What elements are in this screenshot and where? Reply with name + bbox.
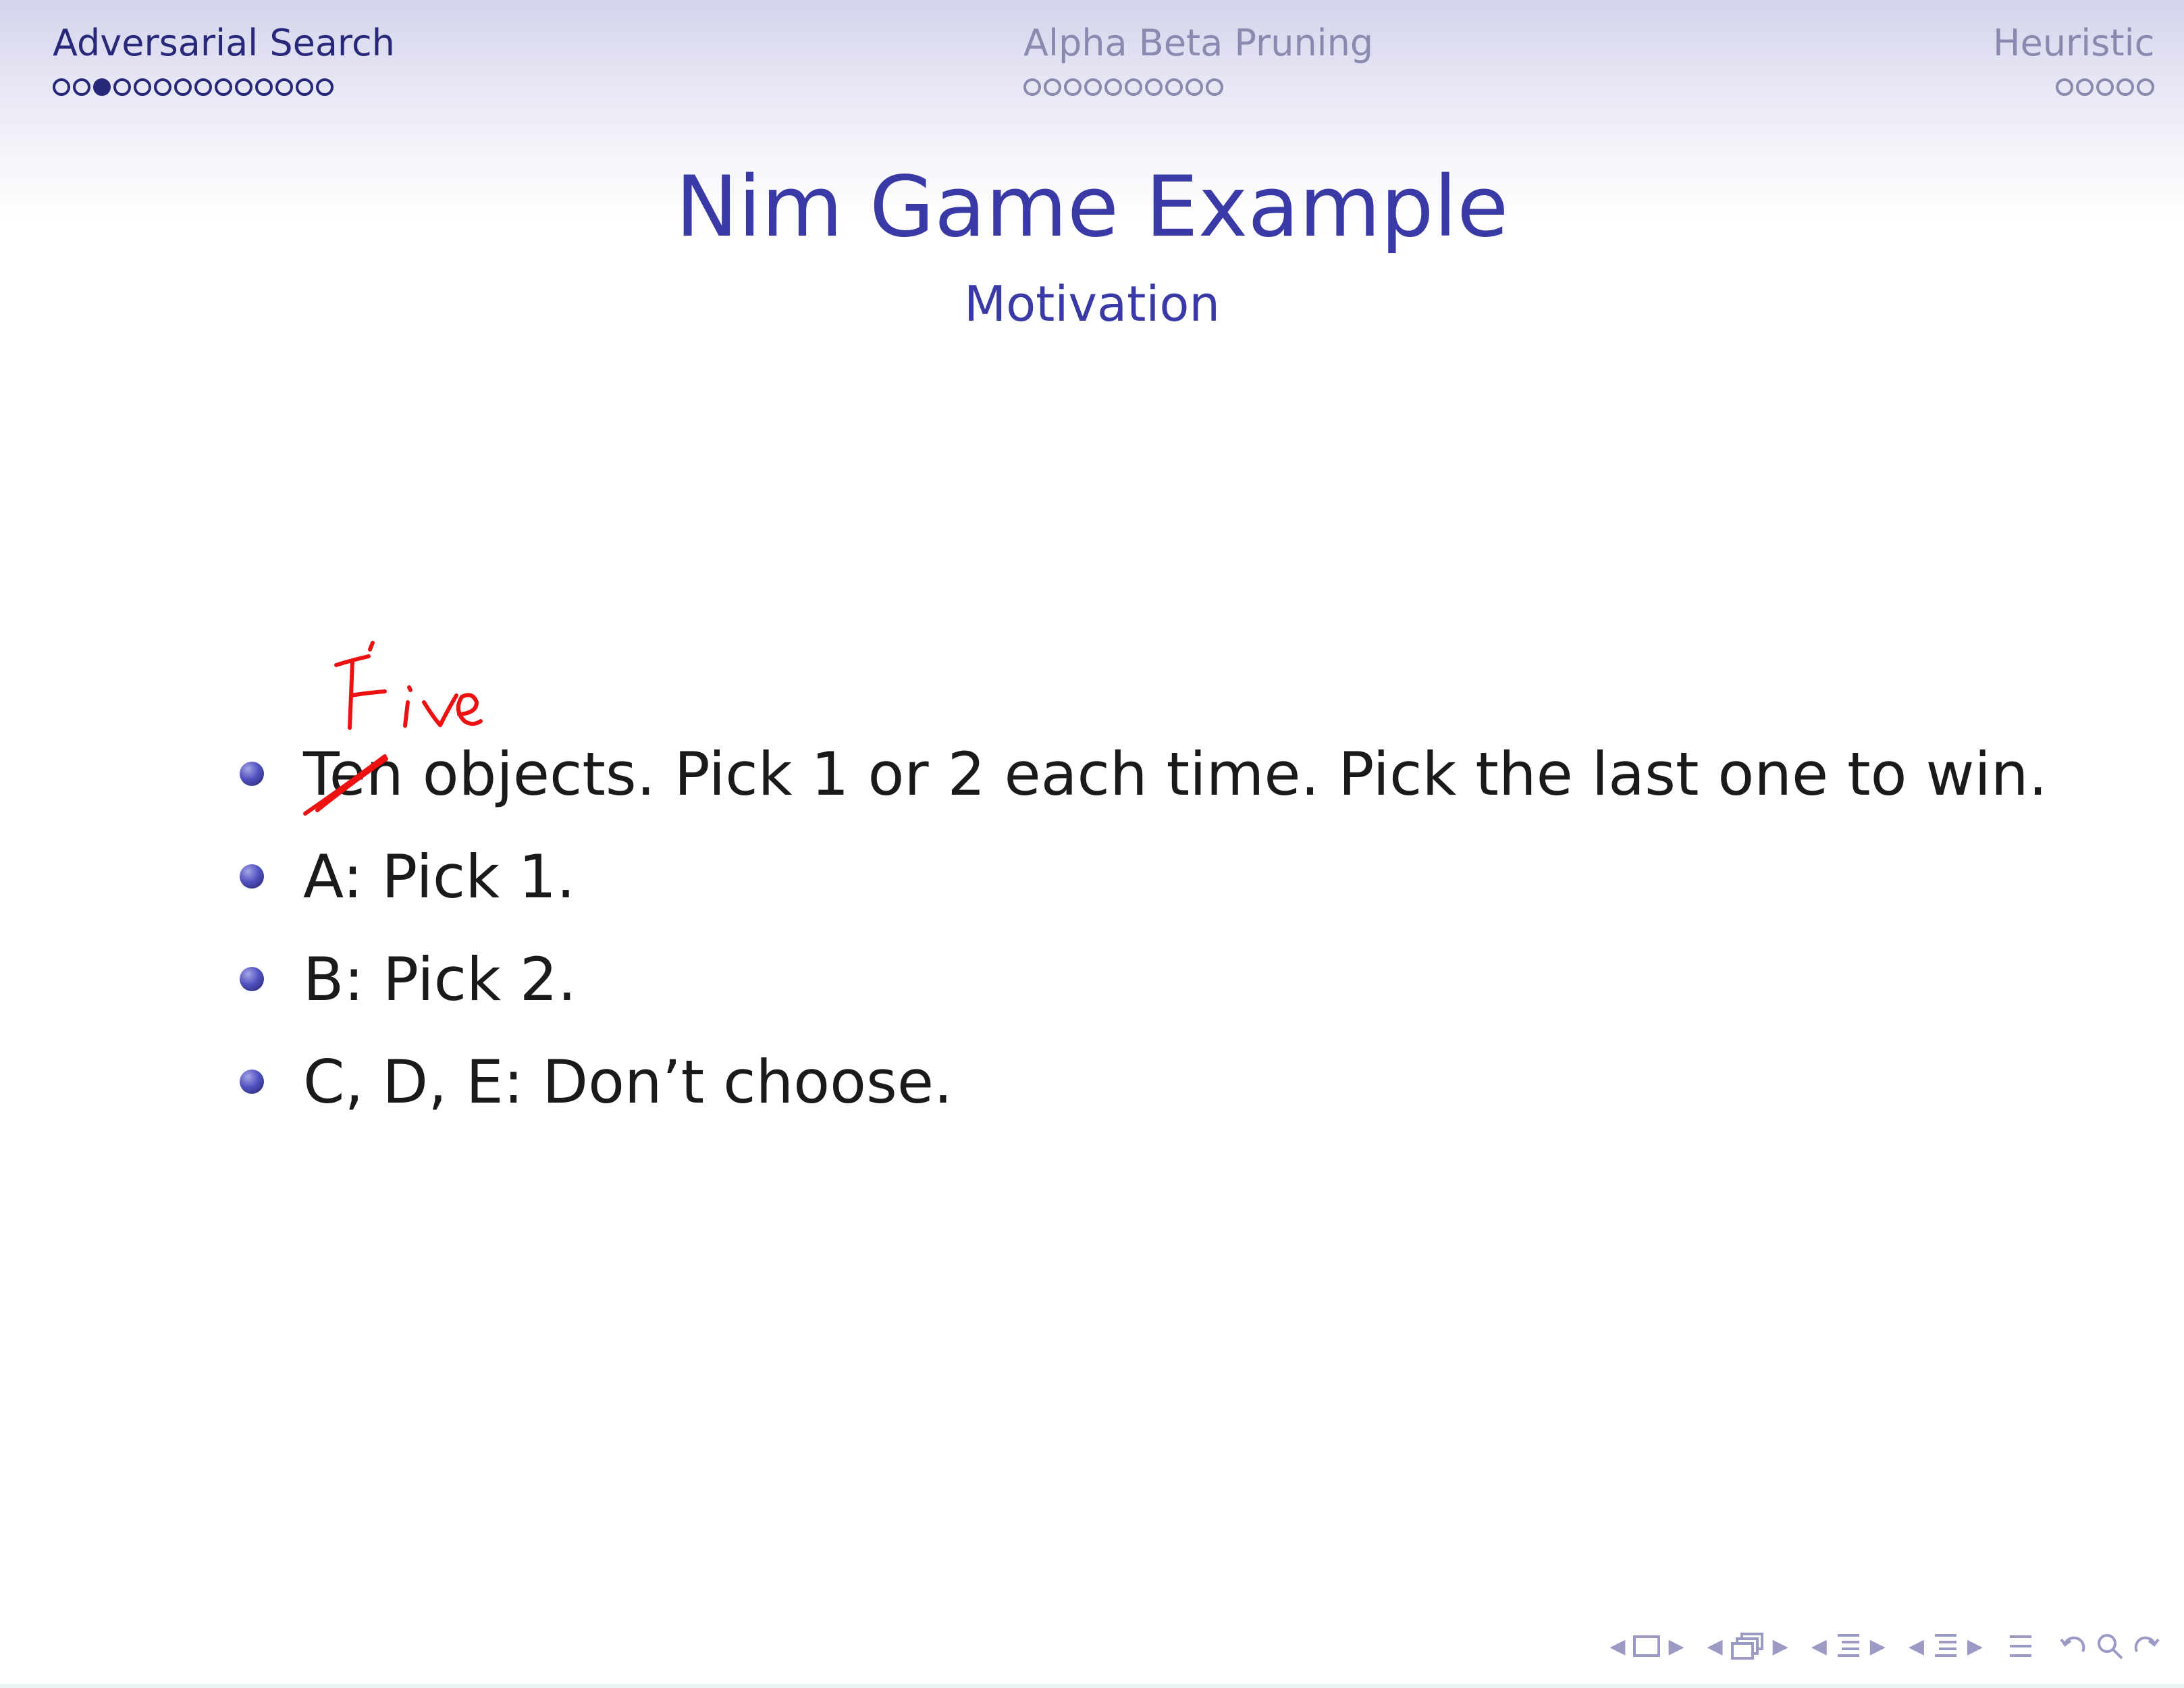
bullet-icon — [240, 1070, 264, 1094]
slide-dot[interactable] — [1084, 78, 1102, 96]
slide-dot[interactable] — [53, 78, 70, 96]
slide-dot[interactable] — [194, 78, 212, 96]
section-nav-icon[interactable] — [1834, 1631, 1863, 1661]
slide-dot[interactable] — [1165, 78, 1183, 96]
next-arrow-icon[interactable]: ▶ — [1668, 1635, 1684, 1658]
slide-dot[interactable] — [154, 78, 171, 96]
slide-dot[interactable] — [113, 78, 131, 96]
bullet-item: B: Pick 2. — [240, 928, 2048, 1030]
slide-dot[interactable] — [2137, 78, 2155, 96]
prev-arrow-icon[interactable]: ◀ — [1909, 1635, 1924, 1658]
section-slide-dots — [1993, 78, 2155, 96]
search-icon[interactable] — [2095, 1631, 2125, 1661]
prev-arrow-icon[interactable]: ◀ — [1609, 1635, 1625, 1658]
subsection-nav[interactable]: ◀ ▶ — [1707, 1631, 1788, 1661]
subsubsection-nav[interactable]: ◀ ▶ — [1909, 1631, 1983, 1661]
slide-dot[interactable] — [296, 78, 313, 96]
search-back-forward[interactable] — [2058, 1631, 2161, 1661]
slide-dot[interactable] — [275, 78, 293, 96]
bullet-icon — [240, 967, 264, 991]
nav-section-heuristic[interactable]: Heuristic — [1993, 22, 2155, 96]
slide-dot[interactable] — [73, 78, 90, 96]
frame-nav-icon[interactable] — [1632, 1634, 1661, 1658]
next-arrow-icon[interactable]: ▶ — [1773, 1635, 1788, 1658]
bullet-text: B: Pick 2. — [303, 944, 577, 1014]
bullet-item: A: Pick 1. — [240, 825, 2048, 928]
subsection-nav-icon[interactable] — [1730, 1631, 1766, 1661]
next-arrow-icon[interactable]: ▶ — [1967, 1635, 1983, 1658]
frame-nav[interactable]: ◀ ▶ — [1609, 1634, 1684, 1658]
slide-dot[interactable] — [174, 78, 192, 96]
section-label: Alpha Beta Pruning — [1023, 22, 1374, 64]
slide-dot[interactable] — [1023, 78, 1041, 96]
slide-dot[interactable] — [1186, 78, 1203, 96]
section-label: Adversarial Search — [53, 22, 395, 64]
bottom-border — [0, 1684, 2184, 1688]
bullet-icon — [240, 762, 264, 786]
slide-dot[interactable] — [93, 78, 111, 96]
beamer-navigation-bar: ◀ ▶ ◀ ▶ ◀ ▶ ◀ ▶ — [1609, 1631, 2161, 1661]
slide-dot[interactable] — [2076, 78, 2094, 96]
section-slide-dots — [1023, 78, 1373, 96]
bullet-text: A: Pick 1. — [303, 841, 576, 912]
slide-dot[interactable] — [1064, 78, 1082, 96]
slide-dot[interactable] — [215, 78, 232, 96]
frame-title: Nim Game Example — [675, 159, 1509, 256]
prev-arrow-icon[interactable]: ◀ — [1707, 1635, 1723, 1658]
back-icon[interactable] — [2058, 1631, 2088, 1661]
bullet-list: Ten objects. Pick 1 or 2 each time. Pick… — [240, 722, 2048, 1133]
appendix-icon[interactable] — [2006, 1631, 2035, 1661]
slide-dot[interactable] — [134, 78, 151, 96]
slide-dot[interactable] — [1145, 78, 1163, 96]
section-label: Heuristic — [1993, 22, 2155, 64]
bullet-text: Ten objects. Pick 1 or 2 each time. Pick… — [303, 739, 2048, 809]
slide-dot[interactable] — [2096, 78, 2114, 96]
slide-dot[interactable] — [2056, 78, 2074, 96]
bullet-item: Ten objects. Pick 1 or 2 each time. Pick… — [240, 722, 2048, 825]
prev-arrow-icon[interactable]: ◀ — [1811, 1635, 1827, 1658]
forward-icon[interactable] — [2131, 1631, 2161, 1661]
slide-dot[interactable] — [1206, 78, 1223, 96]
section-slide-dots — [53, 78, 395, 96]
nav-section-alpha-beta-pruning[interactable]: Alpha Beta Pruning — [1023, 22, 1373, 96]
bullet-text: C, D, E: Don’t choose. — [303, 1047, 953, 1117]
slide-dot[interactable] — [316, 78, 334, 96]
slide-dot[interactable] — [1104, 78, 1122, 96]
next-arrow-icon[interactable]: ▶ — [1870, 1635, 1886, 1658]
subsubsection-nav-icon[interactable] — [1931, 1631, 1961, 1661]
slide-dot[interactable] — [1044, 78, 1061, 96]
slide-dot[interactable] — [1125, 78, 1142, 96]
bullet-icon — [240, 864, 264, 889]
slide-dot[interactable] — [255, 78, 273, 96]
frame-subtitle: Motivation — [963, 275, 1221, 332]
section-nav[interactable]: ◀ ▶ — [1811, 1631, 1886, 1661]
slide-dot[interactable] — [235, 78, 252, 96]
bullet-item: C, D, E: Don’t choose. — [240, 1030, 2048, 1133]
slide-dot[interactable] — [2116, 78, 2135, 96]
nav-section-adversarial-search[interactable]: Adversarial Search — [53, 22, 395, 96]
